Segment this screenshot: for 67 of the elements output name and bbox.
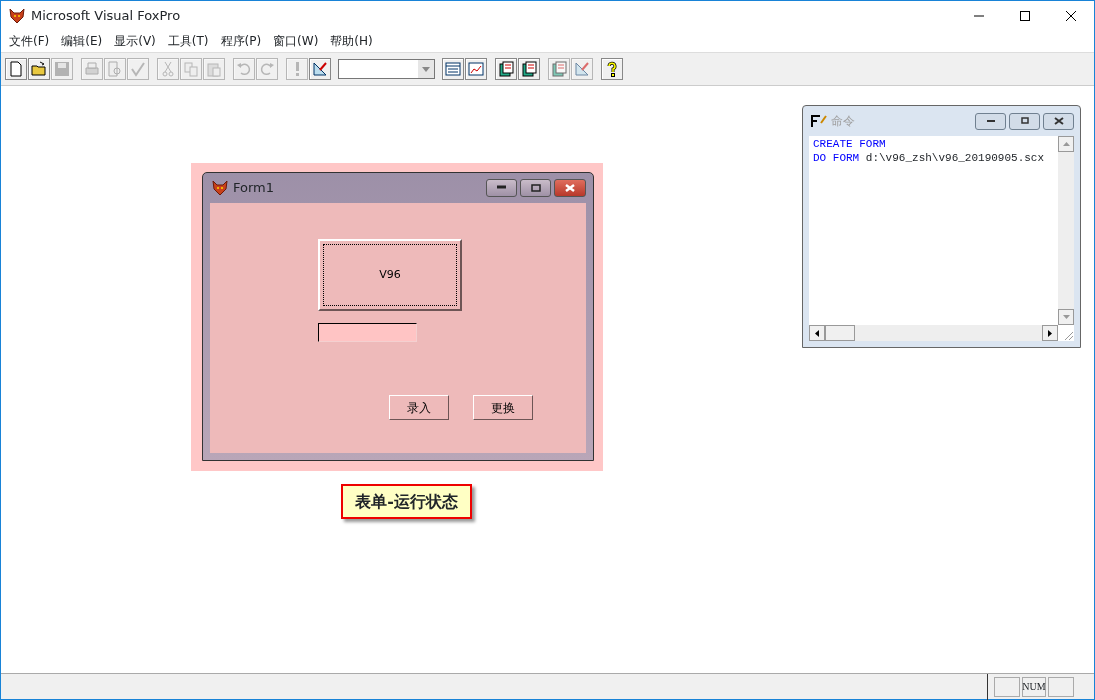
down-arrow-icon: [1062, 315, 1070, 319]
status-indicator: NUM: [1022, 676, 1046, 697]
horizontal-scrollbar[interactable]: [809, 325, 1058, 341]
resize-grip-icon: [1064, 331, 1074, 341]
minimize-button[interactable]: [486, 179, 517, 197]
maximize-icon: [530, 184, 541, 192]
document-stack-icon: [498, 61, 514, 77]
command-line: CREATE FORM: [813, 137, 887, 151]
ruler-pencil-icon: [574, 61, 590, 77]
clipboard-icon: [206, 61, 222, 77]
document-stack-icon: [551, 61, 567, 77]
menu-item[interactable]: 程序(P): [214, 31, 268, 52]
dropdown-arrow-icon: [422, 66, 430, 72]
right-arrow-icon: [1048, 329, 1052, 337]
toolbar-button[interactable]: [495, 58, 517, 80]
maximize-icon: [1020, 11, 1030, 21]
grid-window-icon: [445, 61, 461, 77]
close-button[interactable]: [554, 179, 586, 197]
up-arrow-icon: [1062, 142, 1070, 146]
redo-arrow-icon: [259, 61, 275, 77]
close-icon: [565, 184, 575, 192]
fox-icon: [212, 180, 228, 196]
exclamation-icon: [295, 62, 299, 76]
maximize-button[interactable]: [1009, 112, 1040, 130]
left-arrow-icon: [815, 329, 819, 337]
close-icon: [1053, 117, 1064, 125]
command-icon: [811, 114, 827, 128]
scissors-icon: [160, 61, 176, 77]
window-title: Microsoft Visual FoxPro: [31, 7, 181, 26]
close-icon: [1066, 11, 1076, 21]
copy-icon: [183, 61, 199, 77]
caption-label: 表单-运行状态: [341, 484, 472, 519]
command-title: 命令: [831, 113, 855, 130]
vertical-scrollbar[interactable]: [1058, 136, 1074, 325]
checkmark-icon: [130, 61, 146, 77]
form-button[interactable]: 录入: [389, 395, 449, 420]
label-button[interactable]: V96: [318, 239, 462, 311]
close-button[interactable]: [1043, 112, 1074, 130]
menu-item[interactable]: 编辑(E): [55, 31, 109, 52]
toolbar-button[interactable]: [309, 58, 331, 80]
minimize-button[interactable]: [975, 112, 1006, 130]
form-title: Form1: [233, 179, 275, 198]
menu-item[interactable]: 工具(T): [161, 31, 215, 52]
command-line: DO FORM d:\v96_zsh\v96_20190905.scx: [813, 151, 1046, 165]
toolbar-button[interactable]: [518, 58, 540, 80]
minimize-icon: [496, 184, 507, 192]
undo-arrow-icon: [236, 61, 252, 77]
document-stack-icon: [521, 61, 537, 77]
menu-item[interactable]: 帮助(H): [324, 31, 379, 52]
toolbar-button[interactable]: [28, 58, 50, 80]
maximize-button[interactable]: [520, 179, 551, 197]
text-field[interactable]: [318, 323, 417, 342]
folder-icon: [31, 61, 47, 77]
toolbar-dropdown[interactable]: [338, 59, 435, 79]
window-chart-icon: [468, 61, 484, 77]
minimize-icon: [985, 117, 996, 125]
ruler-pencil-icon: [312, 61, 328, 77]
toolbar-button[interactable]: [601, 58, 623, 80]
menu-item[interactable]: 显示(V): [108, 31, 162, 52]
printer-icon: [84, 61, 100, 77]
new-file-icon: [8, 61, 24, 77]
menu-item[interactable]: 窗口(W): [267, 31, 325, 52]
menu-item[interactable]: 文件(F): [3, 31, 56, 52]
maximize-icon: [1019, 117, 1030, 125]
page-magnifier-icon: [107, 61, 123, 77]
fox-logo-icon: [9, 8, 25, 24]
form-button[interactable]: 更换: [473, 395, 533, 420]
